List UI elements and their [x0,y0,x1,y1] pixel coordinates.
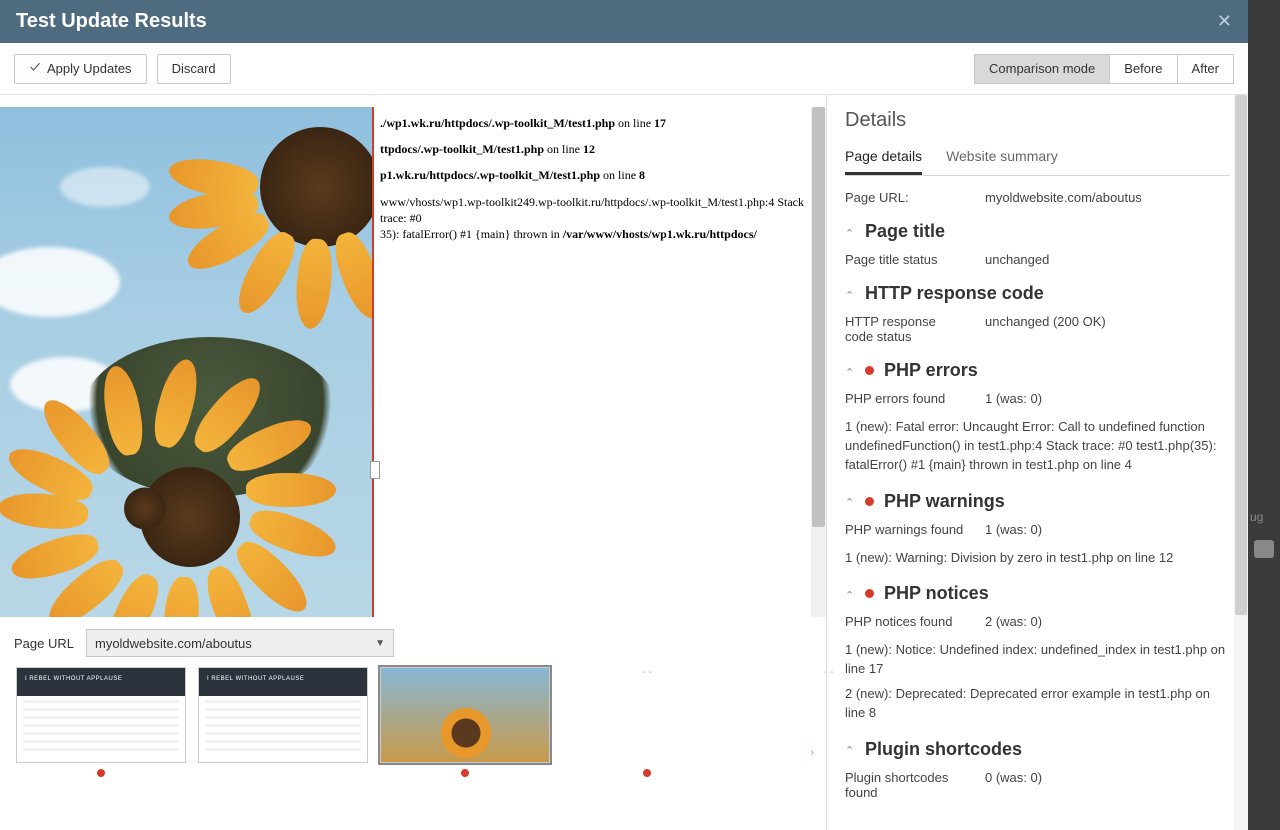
background-badge [1254,540,1274,558]
kv-row: PHP errors found 1 (was: 0) [845,391,1230,406]
thumbnail-image [562,667,732,763]
details-scrollbar[interactable] [1234,95,1248,830]
seg-comparison[interactable]: Comparison mode [974,54,1110,84]
section-plugin-shortcodes[interactable]: ⌃ Plugin shortcodes [845,739,1230,760]
apply-updates-button[interactable]: Apply Updates [14,54,147,84]
kv-row: PHP notices found 2 (was: 0) [845,614,1230,629]
seg-after[interactable]: After [1178,54,1234,84]
thumbnail-image [198,667,368,763]
warning-message: 1 (new): Warning: Division by zero in te… [845,549,1230,568]
page-url-select[interactable]: myoldwebsite.com/aboutus ▼ [86,629,394,657]
error-line: ttpdocs/.wp-toolkit_M/test1.php on line … [380,141,820,157]
seg-before[interactable]: Before [1110,54,1177,84]
page-url-label: Page URL [14,636,74,651]
discard-button[interactable]: Discard [157,54,231,84]
status-dot-icon [865,366,874,375]
comparison-drag-handle[interactable] [370,461,380,479]
thumbnail-2[interactable] [198,667,368,830]
page-url-value: myoldwebsite.com/aboutus [95,636,252,651]
preview-scrollbar[interactable] [811,107,826,617]
thumbnail-1[interactable] [16,667,186,830]
chevron-up-icon: ⌃ [845,227,855,237]
section-php-errors[interactable]: ⌃ PHP errors [845,360,1230,381]
error-trace: www/vhosts/wp1.wp-toolkit249.wp-toolkit.… [380,194,820,243]
page-thumbnails: › [0,663,826,830]
section-php-warnings[interactable]: ⌃ PHP warnings [845,491,1230,512]
status-dot-icon [97,769,105,777]
kv-row: PHP warnings found 1 (was: 0) [845,522,1230,537]
details-tabs: Page details Website summary [845,148,1230,176]
status-dot-icon [643,769,651,777]
error-line: ./wp1.wk.ru/httpdocs/.wp-toolkit_M/test1… [380,115,820,131]
thumbnail-4[interactable] [562,667,732,830]
action-row: Apply Updates Discard Comparison mode Be… [0,43,1248,95]
notice-message: 2 (new): Deprecated: Deprecated error ex… [845,685,1230,723]
apply-updates-label: Apply Updates [47,61,132,76]
status-dot-icon [865,497,874,506]
tab-page-details[interactable]: Page details [845,148,922,175]
page-url-kv: Page URL: myoldwebsite.com/aboutus [845,190,1230,205]
chevron-up-icon: ⌃ [845,744,855,754]
preview-before[interactable] [0,107,374,617]
kv-row: Plugin shortcodes found 0 (was: 0) [845,770,1230,800]
chevron-up-icon: ⌃ [845,496,855,506]
details-heading: Details [845,109,1230,132]
kv-row: Page title status unchanged [845,252,1230,267]
background-window: ug [1248,0,1280,830]
preview-after[interactable]: ./wp1.wk.ru/httpdocs/.wp-toolkit_M/test1… [374,107,826,617]
tab-website-summary[interactable]: Website summary [946,148,1058,175]
section-http-response[interactable]: ⌃ HTTP response code [845,283,1230,304]
section-php-notices[interactable]: ⌃ PHP notices [845,583,1230,604]
page-url-row: Page URL myoldwebsite.com/aboutus ▼ [0,623,826,663]
chevron-up-icon: ⌃ [845,366,855,376]
titlebar: Test Update Results ✕ [0,0,1248,43]
section-page-title[interactable]: ⌃ Page title [845,221,1230,242]
details-panel: Details Page details Website summary Pag… [826,95,1248,830]
thumbnail-3[interactable] [380,667,550,830]
status-dot-icon [461,769,469,777]
thumbnail-image [16,667,186,763]
chevron-right-icon[interactable]: › [811,747,814,758]
background-text: ug [1250,510,1263,524]
chevron-down-icon: ▼ [375,638,385,649]
comparison-preview: ./wp1.wk.ru/httpdocs/.wp-toolkit_M/test1… [0,95,826,617]
close-icon[interactable]: ✕ [1217,11,1232,32]
preview-pane: ./wp1.wk.ru/httpdocs/.wp-toolkit_M/test1… [0,95,826,830]
error-line: p1.wk.ru/httpdocs/.wp-toolkit_M/test1.ph… [380,167,820,183]
modal-title: Test Update Results [16,10,207,33]
discard-label: Discard [172,61,216,76]
chevron-up-icon: ⌃ [845,289,855,299]
kv-row: HTTP response code status unchanged (200… [845,314,1230,344]
view-mode-toggle: Comparison mode Before After [974,54,1234,84]
notice-message: 1 (new): Notice: Undefined index: undefi… [845,641,1230,679]
modal: Test Update Results ✕ Apply Updates Disc… [0,0,1248,830]
check-icon [29,61,41,76]
error-message: 1 (new): Fatal error: Uncaught Error: Ca… [845,418,1230,475]
chevron-up-icon: ⌃ [845,589,855,599]
status-dot-icon [865,589,874,598]
thumbnail-image [380,667,550,763]
